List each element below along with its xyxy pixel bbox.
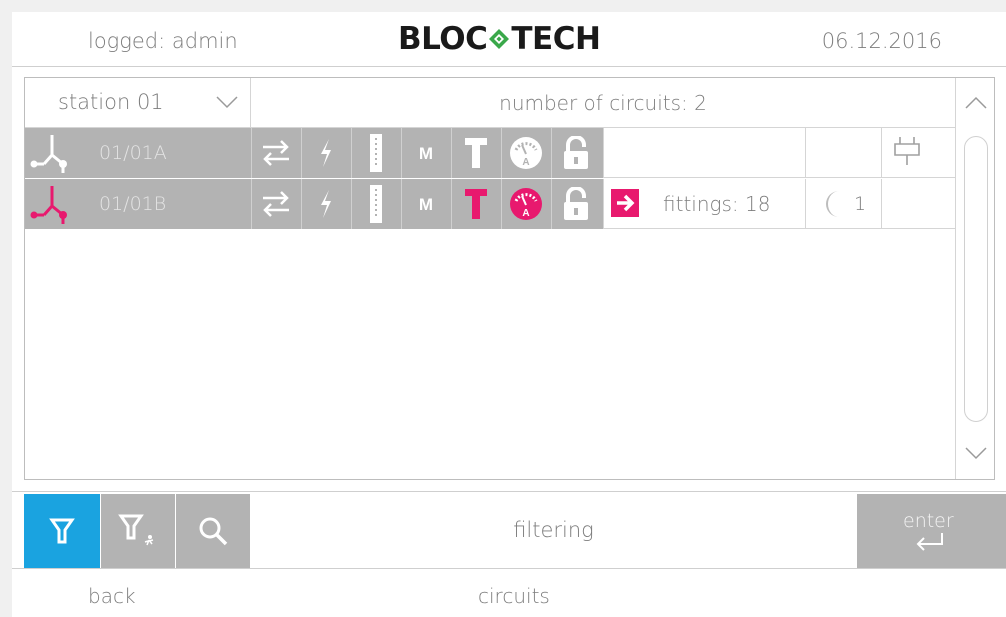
header: logged: admin BLOC TECH 06.12.2016	[12, 12, 1006, 67]
transfer-arrows-icon[interactable]	[251, 179, 301, 229]
circuit-name: 01/01A	[99, 142, 167, 164]
filter-input[interactable]: filtering	[250, 494, 857, 568]
plug-icon	[894, 137, 920, 165]
transfer-arrows-icon[interactable]	[251, 128, 301, 178]
fittings-count: fittings: 18	[663, 192, 771, 216]
night-mode-cell	[805, 128, 881, 178]
brand-logo: BLOC TECH	[398, 21, 601, 57]
moon-icon	[826, 191, 839, 217]
lightning-icon[interactable]	[301, 128, 351, 178]
chevron-up-icon[interactable]	[965, 96, 987, 110]
svg-text:A: A	[522, 208, 529, 219]
date-display: 06.12.2016	[821, 29, 942, 53]
back-button[interactable]: back	[88, 584, 136, 608]
filter-icon	[49, 518, 75, 544]
arrow-right-icon	[611, 189, 639, 217]
circuit-name: 01/01B	[99, 193, 167, 215]
station-label: station 01	[58, 90, 164, 114]
enter-button[interactable]: enter	[857, 494, 1006, 568]
station-select[interactable]: station 01	[25, 78, 251, 128]
svg-text:M: M	[419, 195, 433, 214]
ammeter-gauge-icon[interactable]: A	[501, 128, 551, 178]
fittings-cell	[603, 128, 805, 178]
padlock-icon[interactable]	[551, 179, 601, 229]
filter-run-icon	[118, 514, 154, 546]
page-title: circuits	[478, 584, 550, 608]
scrollbar[interactable]	[955, 78, 996, 479]
filter-run-button[interactable]	[101, 494, 175, 568]
search-icon	[199, 517, 228, 546]
battery-bar-icon[interactable]	[351, 128, 401, 178]
toolbar: filtering enter	[12, 491, 1006, 569]
circuits-count: number of circuits: 2	[251, 78, 955, 128]
plug-cell	[881, 179, 955, 229]
table-row[interactable]: 01/01B M A fittings: 18 1	[25, 179, 955, 229]
chevron-down-icon	[216, 96, 238, 109]
header-divider	[12, 66, 1006, 67]
circuit-symbol-icon	[30, 135, 67, 173]
enter-arrow-icon	[916, 533, 943, 551]
t-test-alert-icon[interactable]	[451, 179, 501, 229]
circuits-table: station 01 number of circuits: 2 01/01A	[24, 77, 995, 480]
table-row[interactable]: 01/01A M A	[25, 128, 955, 178]
night-count: 1	[854, 193, 867, 215]
filter-button[interactable]	[24, 494, 100, 568]
chevron-down-icon[interactable]	[965, 446, 987, 460]
t-test-icon[interactable]	[451, 128, 501, 178]
plug-cell[interactable]	[881, 128, 955, 178]
ammeter-gauge-alert-icon[interactable]: A	[501, 179, 551, 229]
battery-bar-icon[interactable]	[351, 179, 401, 229]
padlock-icon[interactable]	[551, 128, 601, 178]
main-panel: logged: admin BLOC TECH 06.12.2016 stati…	[12, 12, 1006, 617]
logo-diamond-icon	[489, 29, 510, 49]
fittings-cell[interactable]: fittings: 18	[603, 179, 805, 229]
m-mode-icon[interactable]: M	[401, 179, 451, 229]
login-status: logged: admin	[88, 29, 238, 53]
night-mode-cell[interactable]: 1	[805, 179, 881, 229]
lightning-icon[interactable]	[301, 179, 351, 229]
scrollbar-thumb[interactable]	[964, 136, 988, 422]
m-mode-icon[interactable]: M	[401, 128, 451, 178]
svg-text:A: A	[522, 157, 529, 168]
circuit-symbol-alert-icon	[30, 186, 67, 224]
search-button[interactable]	[176, 494, 250, 568]
svg-text:M: M	[419, 144, 433, 163]
